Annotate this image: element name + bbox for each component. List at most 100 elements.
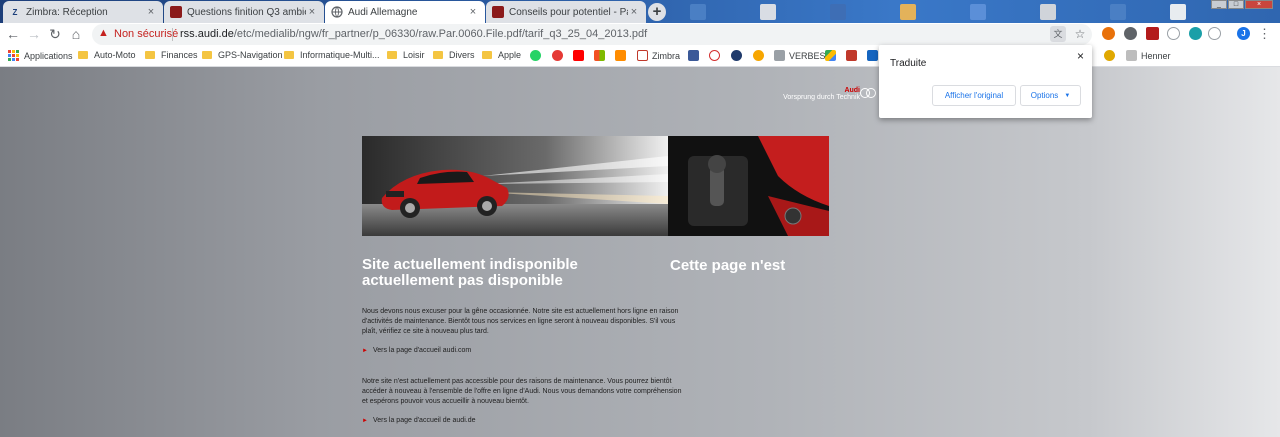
interior-image [668, 136, 829, 236]
close-icon[interactable]: × [1077, 49, 1084, 63]
heading-page-not: Cette page n'est [670, 257, 786, 274]
folder-icon [387, 51, 397, 59]
bookmark-henner[interactable]: Henner [1126, 50, 1171, 61]
bookmark-zimbra[interactable]: Zimbra [637, 50, 680, 61]
tab-questions-finition[interactable]: Questions finition Q3 ambiente - × [164, 1, 324, 23]
extension-icon[interactable] [1167, 27, 1180, 40]
chevron-down-icon: ▼ [1064, 92, 1071, 99]
arrow-icon: ► [362, 417, 368, 424]
show-original-button[interactable]: Afficher l'original [932, 85, 1016, 106]
tab-title: Zimbra: Réception [26, 6, 108, 18]
brand-name: Audi [844, 87, 860, 94]
google-drive-icon[interactable] [825, 50, 840, 61]
extension-icon[interactable] [1189, 27, 1202, 40]
desktop-icon [1040, 4, 1056, 20]
bookmark-folder-loisir[interactable]: Loisir [387, 50, 425, 60]
link-text: Vers la page d'accueil de audi.de [372, 417, 476, 424]
desktop-icon [830, 4, 846, 20]
tab-zimbra[interactable]: Z Zimbra: Réception × [3, 1, 163, 23]
bookmark-verbes[interactable]: VERBES [774, 50, 826, 61]
bookmark-icon[interactable] [615, 50, 630, 61]
extension-icon[interactable] [1208, 27, 1221, 40]
desktop-icon [1170, 4, 1186, 20]
address-bar[interactable]: ▲ Non sécurisé rss.audi.de/etc/medialib/… [92, 24, 1092, 45]
bookmark-label: Finances [161, 50, 198, 60]
tab-close-icon[interactable]: × [306, 6, 318, 18]
desktop-icon [900, 4, 916, 20]
forum-favicon-icon [492, 6, 504, 18]
whatsapp-icon[interactable] [530, 50, 545, 61]
folder-icon [433, 51, 443, 59]
hero-images [362, 136, 829, 236]
home-icon[interactable]: ⌂ [68, 26, 84, 42]
maintenance-paragraph-2: Notre site n'est actuellement pas access… [362, 378, 682, 405]
translate-icon[interactable]: 文 [1050, 26, 1066, 42]
new-tab-button[interactable]: + [648, 3, 666, 21]
folder-icon [482, 51, 492, 59]
bookmark-star-icon[interactable]: ☆ [1072, 26, 1088, 42]
bookmark-icon[interactable] [731, 50, 746, 61]
bookmark-label: GPS-Navigation [218, 50, 283, 60]
page-content: Audi Vorsprung durch Technik Site actuel… [0, 67, 1280, 437]
profile-avatar[interactable]: J [1237, 27, 1250, 40]
bookmark-applications[interactable]: Applications [8, 50, 73, 61]
bookmark-icon[interactable] [709, 50, 724, 61]
link-audi-com[interactable]: ► Vers la page d'accueil audi.com [362, 347, 471, 354]
window-close-button[interactable]: × [1245, 0, 1273, 9]
translate-popup: Traduite × Afficher l'original Options ▼ [879, 45, 1092, 118]
extension-icon[interactable] [1102, 27, 1115, 40]
pdf-extension-icon[interactable] [1146, 27, 1159, 40]
microsoft-icon[interactable] [594, 50, 609, 61]
tab-strip: Z Zimbra: Réception × Questions finition… [0, 0, 1280, 23]
bookmark-folder-divers[interactable]: Divers [433, 50, 475, 60]
tab-conseils-potentiel[interactable]: Conseils pour potentiel - Page 2 × [486, 1, 646, 23]
bookmark-folder-gps[interactable]: GPS-Navigation [202, 50, 283, 60]
bookmark-folder-informatique[interactable]: Informatique-Multi... [284, 50, 380, 60]
desktop-icon [690, 4, 706, 20]
arrow-icon: ► [362, 347, 368, 354]
maintenance-paragraph-1: Nous devons nous excuser pour la gêne oc… [362, 308, 679, 335]
bookmark-label: Applications [24, 50, 73, 61]
bookmark-icon[interactable] [753, 50, 768, 61]
tab-close-icon[interactable]: × [628, 6, 640, 18]
bookmark-label: Apple [498, 50, 522, 60]
minimize-button[interactable]: _ [1211, 0, 1227, 9]
audi-rings-logo [860, 88, 876, 98]
link-text: Vers la page d'accueil audi.com [372, 347, 472, 354]
maximize-button[interactable]: □ [1228, 0, 1244, 9]
audi-brand: Audi Vorsprung durch Technik [783, 87, 860, 101]
verbes-icon [774, 50, 785, 61]
menu-icon[interactable]: ⋮ [1258, 26, 1271, 42]
browser-toolbar: ← → ↻ ⌂ ▲ Non sécurisé rss.audi.de/etc/m… [0, 23, 1280, 46]
tab-audi-allemagne[interactable]: Audi Allemagne × [325, 1, 485, 23]
forward-icon[interactable]: → [26, 26, 42, 42]
youtube-icon[interactable] [573, 50, 588, 61]
facebook-icon[interactable] [688, 50, 703, 61]
heading-unavailable: Site actuellement indisponible actuellem… [362, 256, 578, 289]
bookmark-label: Loisir [403, 50, 425, 60]
tab-close-icon[interactable]: × [467, 6, 479, 18]
desktop-icon [1110, 4, 1126, 20]
url-text[interactable]: rss.audi.de/etc/medialib/ngw/fr_partner/… [180, 28, 647, 40]
zimbra-favicon-icon: Z [12, 7, 18, 17]
tab-title: Audi Allemagne [348, 6, 418, 18]
folder-icon [202, 51, 212, 59]
options-button[interactable]: Options ▼ [1020, 85, 1081, 106]
back-icon[interactable]: ← [5, 26, 21, 42]
apps-grid-icon [8, 50, 19, 61]
tab-close-icon[interactable]: × [145, 6, 157, 18]
bookmark-icon[interactable] [846, 50, 861, 61]
bookmark-folder-finances[interactable]: Finances [145, 50, 198, 60]
link-audi-de[interactable]: ► Vers la page d'accueil de audi.de [362, 417, 475, 424]
bookmark-label: Auto-Moto [94, 50, 136, 60]
bookmark-folder-apple[interactable]: Apple [482, 50, 521, 60]
folder-icon [284, 51, 294, 59]
extension-icon[interactable] [1124, 27, 1137, 40]
bookmark-label: Zimbra [652, 50, 681, 61]
url-host: rss.audi.de [180, 28, 234, 40]
security-status[interactable]: Non sécurisé [114, 28, 178, 40]
bookmark-icon[interactable] [552, 50, 567, 61]
reload-icon[interactable]: ↻ [47, 26, 63, 42]
bookmark-folder-auto-moto[interactable]: Auto-Moto [78, 50, 136, 60]
bookmark-icon[interactable] [1104, 50, 1119, 61]
